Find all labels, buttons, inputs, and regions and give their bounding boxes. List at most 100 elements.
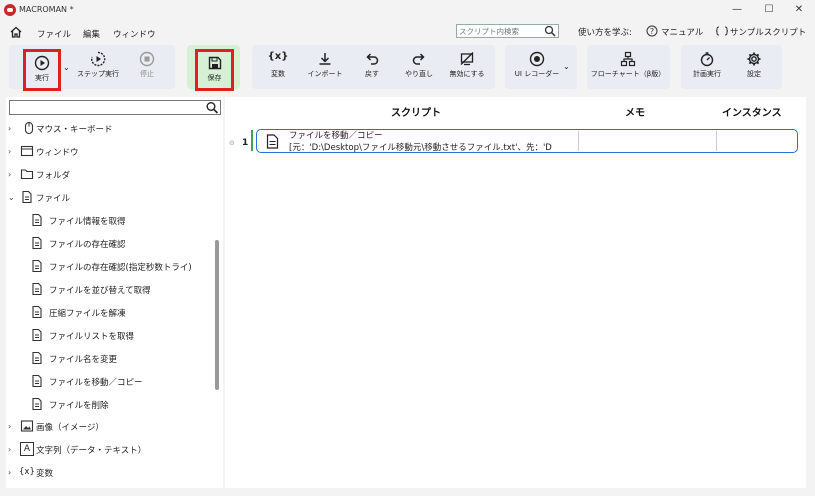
sample-scripts-link[interactable]: サンプルスクリプト [730, 26, 806, 38]
chevron-right-icon: › [8, 422, 12, 431]
svg-text:?: ? [650, 27, 654, 36]
menu-edit[interactable]: 編集 [83, 28, 100, 40]
save-icon [208, 56, 221, 70]
manual-link[interactable]: マニュアル [661, 26, 703, 38]
redo-label: やり直し [405, 70, 433, 78]
tree-category-mouse-keyboard[interactable]: › マウス・キーボード [8, 118, 213, 140]
stop-button[interactable]: 停止 [131, 48, 163, 86]
column-header-memo[interactable]: メモ [625, 104, 645, 119]
tree-item-delete[interactable]: ファイルを削除 [30, 394, 235, 416]
save-label: 保存 [207, 74, 222, 82]
undo-button[interactable]: 戻す [356, 48, 388, 86]
search-icon[interactable] [543, 25, 557, 37]
minimize-button[interactable]: — [724, 2, 750, 18]
column-divider [578, 131, 579, 151]
schedule-button[interactable]: 計画実行 [688, 48, 726, 86]
file-icon [30, 351, 44, 365]
settings-button[interactable]: 設定 [738, 48, 770, 86]
run-button[interactable]: 実行 [23, 49, 61, 91]
menu-window[interactable]: ウィンドウ [113, 28, 156, 40]
file-icon [30, 397, 44, 411]
redo-button[interactable]: やり直し [401, 48, 437, 86]
title-bar [0, 0, 815, 20]
file-icon [30, 213, 44, 227]
column-header-script[interactable]: スクリプト [391, 104, 441, 119]
text-icon: A [20, 442, 34, 456]
mouse-icon [22, 121, 36, 135]
undo-icon [366, 53, 379, 65]
chevron-right-icon: › [8, 147, 12, 156]
file-icon [30, 282, 44, 296]
image-icon [20, 419, 34, 433]
row-marker [251, 130, 253, 151]
sample-script-icon [715, 25, 729, 37]
menu-file[interactable]: ファイル [37, 28, 71, 40]
step-run-icon [90, 51, 106, 67]
disable-label: 無効にする [449, 70, 485, 78]
script-search-input[interactable] [459, 26, 539, 37]
tree-item-file-info[interactable]: ファイル情報を取得 [30, 210, 235, 232]
save-button[interactable]: 保存 [195, 49, 234, 91]
variables-label: 変数 [271, 70, 285, 78]
tree-item-file-sort[interactable]: ファイルを並び替えて取得 [30, 279, 235, 301]
file-icon [266, 134, 279, 149]
download-icon [319, 53, 331, 65]
window-icon [20, 144, 34, 158]
gear-icon [747, 52, 761, 66]
tree-category-variables[interactable]: › {x} 変数 [8, 462, 213, 484]
script-row-title: ファイルを移動／コピー [289, 131, 383, 141]
column-header-instance[interactable]: インスタンス [722, 104, 782, 119]
tree-category-window[interactable]: › ウィンドウ [8, 141, 213, 163]
tree-item-rename[interactable]: ファイル名を変更 [30, 348, 235, 370]
tree-item-move-copy[interactable]: ファイルを移動／コピー [30, 371, 235, 393]
tree-item-file-exists-retry[interactable]: ファイルの存在確認(指定秒数トライ) [30, 256, 235, 278]
step-run-label: ステップ実行 [77, 70, 119, 78]
disable-button[interactable]: 無効にする [443, 48, 491, 86]
tree-scrollbar[interactable] [215, 240, 219, 390]
variables-button[interactable]: {x} 変数 [260, 48, 296, 86]
tree-category-folder[interactable]: › フォルダ [8, 164, 213, 186]
flowchart-label: フローチャート（β版） [590, 70, 666, 78]
tree-category-image[interactable]: › 画像（イメージ） [8, 416, 213, 438]
tree-search-input[interactable] [12, 102, 202, 113]
flowchart-icon [620, 51, 636, 67]
tree-search-box[interactable] [9, 100, 221, 115]
tree-item-file-list[interactable]: ファイルリストを取得 [30, 325, 235, 347]
home-icon[interactable] [9, 25, 23, 39]
help-circle-icon: ? [646, 25, 658, 37]
import-button[interactable]: インポート [303, 48, 347, 86]
chevron-right-icon: › [8, 124, 12, 133]
tree-item-unzip[interactable]: 圧縮ファイルを解凍 [30, 302, 235, 324]
record-icon [529, 51, 545, 67]
tree-item-file-exists[interactable]: ファイルの存在確認 [30, 233, 235, 255]
step-run-button[interactable]: ステップ実行 [75, 48, 121, 86]
file-icon [30, 305, 44, 319]
stop-label: 停止 [140, 70, 154, 78]
column-divider [716, 131, 717, 151]
recorder-options-chevron-icon[interactable]: ⌄ [563, 62, 570, 71]
tree-category-text[interactable]: › A 文字列（データ・テキスト） [8, 439, 213, 461]
file-icon [30, 374, 44, 388]
chevron-down-icon: ⌄ [8, 193, 15, 202]
import-label: インポート [307, 70, 343, 78]
row-collapse-icon[interactable]: ⊝ [229, 139, 235, 147]
chevron-right-icon: › [8, 445, 12, 454]
maximize-button[interactable]: ☐ [756, 2, 782, 18]
script-search-box[interactable] [456, 24, 559, 38]
learn-label: 使い方を学ぶ: [578, 28, 632, 38]
ui-recorder-button[interactable]: UI レコーダー [512, 48, 562, 86]
file-icon [30, 259, 44, 273]
search-icon[interactable] [205, 101, 219, 114]
undo-label: 戻す [365, 70, 379, 78]
ui-recorder-label: UI レコーダー [514, 70, 560, 78]
run-options-chevron-icon[interactable]: ⌄ [63, 63, 70, 72]
row-number: 1 [242, 138, 249, 148]
variable-icon: {x} [267, 51, 289, 62]
close-button[interactable]: ✕ [786, 2, 812, 18]
stop-icon [139, 51, 155, 67]
script-row-detail: [元：'D:\Desktop\ファイル移動元\移動させるファイル.txt'、先：… [289, 143, 552, 153]
flowchart-button[interactable]: フローチャート（β版） [590, 48, 666, 86]
tree-category-file[interactable]: ⌄ ファイル [8, 187, 213, 209]
file-icon [30, 236, 44, 250]
chevron-right-icon: › [8, 170, 12, 179]
